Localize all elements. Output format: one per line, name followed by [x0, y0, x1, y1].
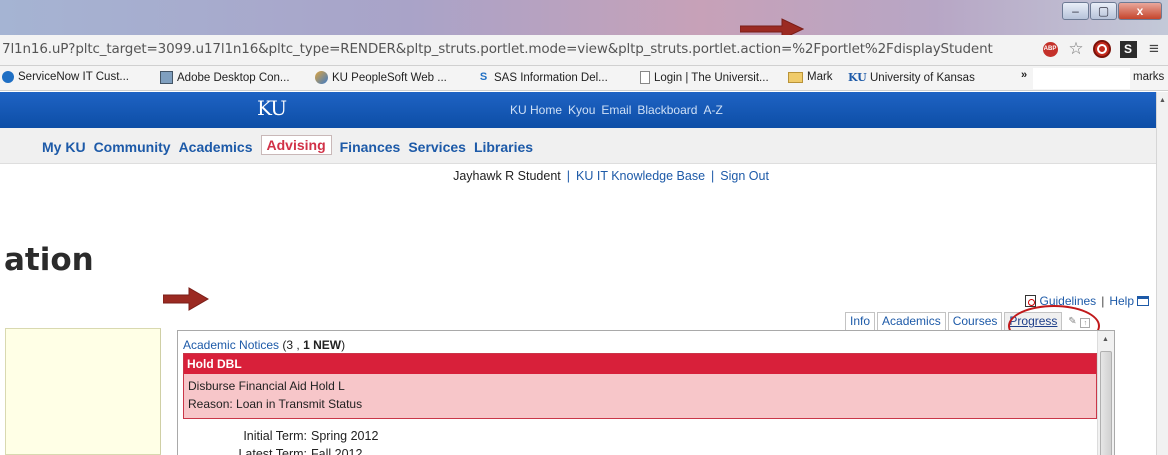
hold-title: Hold DBL: [184, 354, 1096, 374]
hold-description: Disburse Financial Aid Hold L: [188, 379, 345, 393]
nav-finances[interactable]: Finances: [340, 139, 401, 155]
maximize-button[interactable]: ▢: [1090, 2, 1117, 20]
main-nav-items: My KU Community Academics Advising Finan…: [42, 135, 541, 155]
bookmark-adobe[interactable]: Adobe Desktop Con...: [160, 71, 290, 84]
left-info-panel: [5, 328, 161, 455]
blackboard-link[interactable]: Blackboard: [637, 103, 697, 117]
address-bar-icons: ABP ☆ S ≡: [1034, 39, 1164, 59]
academic-notices-link[interactable]: Academic Notices: [183, 338, 279, 352]
bookmarks-bar: ServiceNow IT Cust... Adobe Desktop Con.…: [0, 66, 1168, 91]
latest-term-value: Fall 2012: [311, 447, 363, 455]
tab-academics[interactable]: Academics: [877, 312, 946, 330]
sas-icon: S: [479, 71, 488, 83]
a-z-link[interactable]: A-Z: [703, 103, 722, 117]
ku-icon: KU: [848, 71, 867, 84]
bookmark-servicenow[interactable]: ServiceNow IT Cust...: [2, 71, 129, 83]
window-title-bar: – ▢ x: [0, 0, 1168, 40]
ku-logo[interactable]: KU: [257, 96, 287, 120]
bookmark-university-of-kansas[interactable]: KU University of Kansas: [848, 71, 975, 84]
separator: |: [1101, 294, 1105, 308]
user-name: Jayhawk R Student: [453, 169, 561, 183]
hold-reason: Reason: Loan in Transmit Status: [188, 397, 363, 411]
star-bookmark-icon[interactable]: ☆: [1066, 39, 1086, 59]
close-button[interactable]: x: [1118, 2, 1162, 20]
ku-header: KU KU Home Kyou Email Blackboard A-Z: [0, 92, 1156, 128]
tab-info[interactable]: Info: [845, 312, 876, 330]
s-extension-icon[interactable]: S: [1118, 39, 1138, 59]
bookmark-mark-folder[interactable]: Mark: [788, 71, 833, 83]
scroll-thumb[interactable]: [1100, 351, 1112, 455]
bookmark-peoplesoft[interactable]: KU PeopleSoft Web ...: [315, 71, 447, 84]
notices-scrollbar[interactable]: ▲: [1097, 331, 1114, 455]
nav-services[interactable]: Services: [408, 139, 466, 155]
nav-my-ku[interactable]: My KU: [42, 139, 86, 155]
adblock-icon[interactable]: ABP: [1040, 39, 1060, 59]
servicenow-icon: [2, 71, 14, 83]
peoplesoft-icon: [315, 71, 328, 84]
nav-advising[interactable]: Advising: [260, 135, 332, 155]
tab-courses[interactable]: Courses: [947, 312, 1003, 330]
bookmark-login[interactable]: Login | The Universit...: [640, 71, 769, 84]
notices-panel: Academic Notices (3 , 1 NEW) Hold DBL Di…: [177, 330, 1115, 455]
separator: |: [566, 169, 571, 183]
hold-notice: Hold DBL Disburse Financial Aid Hold L R…: [183, 353, 1097, 419]
notices-new-count: 1 NEW: [303, 338, 342, 352]
knowledge-base-link[interactable]: KU IT Knowledge Base: [576, 169, 705, 183]
latest-term-label: Latest Term:: [238, 447, 307, 455]
help-link[interactable]: Help: [1109, 294, 1134, 308]
page-scroll-up-icon[interactable]: ▲: [1159, 97, 1166, 104]
user-bar: Jayhawk R Student | KU IT Knowledge Base…: [0, 169, 1156, 183]
page-icon: [640, 71, 650, 84]
menu-icon[interactable]: ≡: [1144, 39, 1164, 59]
page-scrollbar[interactable]: ▲: [1156, 92, 1168, 455]
adobe-icon: [160, 71, 173, 84]
sign-out-link[interactable]: Sign Out: [720, 169, 769, 183]
bookmarks-overflow-icon[interactable]: »: [1021, 69, 1027, 81]
initial-term-label: Initial Term:: [243, 429, 307, 443]
main-nav: My KU Community Academics Advising Finan…: [0, 128, 1156, 164]
separator: |: [711, 169, 715, 183]
address-bar[interactable]: 7l1n16.uP?pltc_target=3099.u17l1n16&pltc…: [0, 35, 1168, 66]
bookmark-sas[interactable]: S SAS Information Del...: [477, 71, 608, 84]
notices-count-prefix: (3 ,: [279, 338, 304, 352]
initial-term-row: Initial Term: Spring 2012: [178, 429, 378, 443]
annotation-arrow-middle: [163, 287, 209, 311]
nav-community[interactable]: Community: [94, 139, 171, 155]
notices-count-suffix: ): [341, 338, 346, 352]
latest-term-row: Latest Term: Fall 2012: [178, 447, 362, 455]
nav-libraries[interactable]: Libraries: [474, 139, 533, 155]
nav-academics[interactable]: Academics: [179, 139, 253, 155]
page-title: ation: [4, 242, 94, 278]
initial-term-value: Spring 2012: [311, 429, 379, 443]
folder-icon: [788, 71, 803, 83]
stop-extension-icon[interactable]: [1092, 39, 1112, 59]
pdf-icon: [1025, 295, 1037, 307]
scroll-up-arrow-icon[interactable]: ▲: [1102, 336, 1109, 343]
popup-window-icon: [1137, 296, 1149, 306]
window-controls: – ▢ x: [1061, 2, 1162, 20]
minimize-button[interactable]: –: [1062, 2, 1089, 20]
kyou-link[interactable]: Kyou: [568, 103, 595, 117]
redacted-area: [1033, 68, 1130, 89]
other-bookmarks[interactable]: marks: [1133, 71, 1164, 83]
email-link[interactable]: Email: [601, 103, 631, 117]
ku-header-links: KU Home Kyou Email Blackboard A-Z: [510, 103, 729, 117]
ku-home-link[interactable]: KU Home: [510, 103, 562, 117]
notices-header: Academic Notices (3 , 1 NEW): [183, 338, 345, 352]
url-text[interactable]: 7l1n16.uP?pltc_target=3099.u17l1n16&pltc…: [2, 41, 993, 57]
